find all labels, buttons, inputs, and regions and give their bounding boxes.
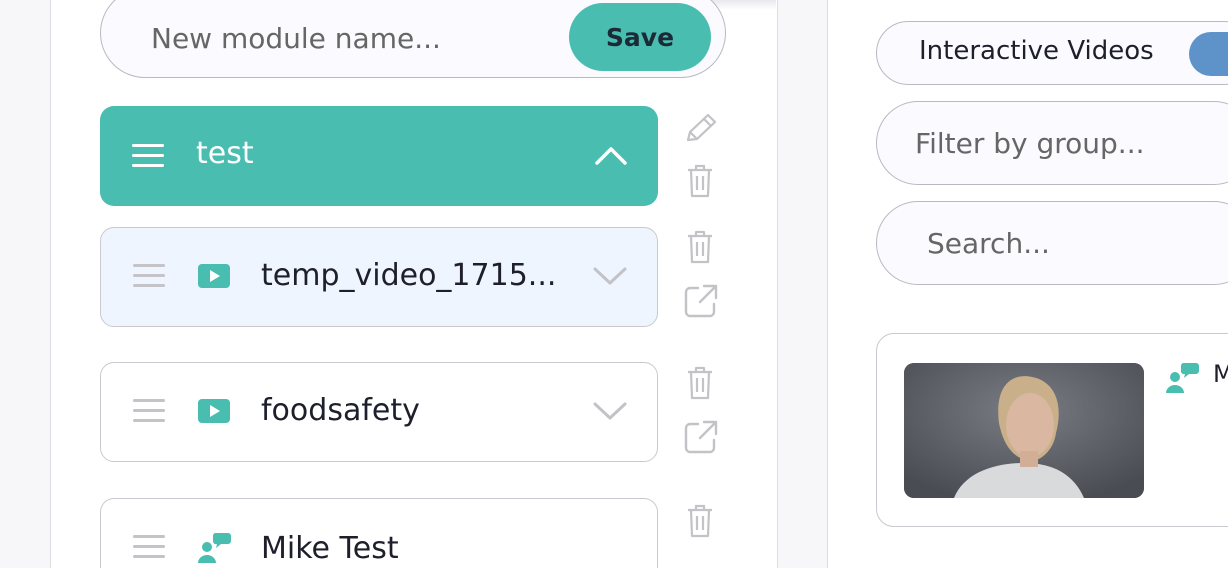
filter-by-group-input[interactable] xyxy=(913,120,1217,166)
item-title: temp_video_1715... xyxy=(261,258,557,293)
toggle-switch[interactable] xyxy=(1189,32,1228,76)
chat-avatar-icon xyxy=(1166,363,1199,393)
chevron-down-icon[interactable] xyxy=(593,266,627,286)
item-title: Mike Test xyxy=(261,531,399,566)
open-external-icon[interactable] xyxy=(684,284,718,318)
toggle-label: Interactive Videos xyxy=(919,36,1154,66)
avatar-thumbnail xyxy=(904,363,1144,498)
library-card[interactable]: M xyxy=(876,333,1228,527)
open-external-icon[interactable] xyxy=(684,420,718,454)
trash-icon[interactable] xyxy=(686,230,714,264)
search-box xyxy=(876,201,1228,285)
chat-avatar-icon xyxy=(198,533,231,563)
list-item[interactable]: Mike Test xyxy=(100,498,658,568)
list-item[interactable]: foodsafety xyxy=(100,362,658,462)
edit-pencil-icon[interactable] xyxy=(682,112,718,146)
new-module-form: Save xyxy=(100,0,726,78)
chevron-down-icon[interactable] xyxy=(593,401,627,421)
trash-icon[interactable] xyxy=(686,366,714,400)
drag-handle-icon[interactable] xyxy=(133,535,165,559)
card-title: M xyxy=(1213,360,1228,388)
search-input[interactable] xyxy=(925,220,1228,266)
group-filter xyxy=(876,101,1228,185)
item-title: foodsafety xyxy=(261,393,420,428)
video-play-icon xyxy=(198,399,230,423)
video-play-icon xyxy=(198,264,230,288)
trash-icon[interactable] xyxy=(686,164,714,198)
drag-handle-icon[interactable] xyxy=(133,399,165,423)
module-header[interactable]: test xyxy=(100,106,658,206)
new-module-name-input[interactable] xyxy=(149,15,533,61)
list-item[interactable]: temp_video_1715... xyxy=(100,227,658,327)
drag-handle-icon[interactable] xyxy=(133,264,165,288)
chevron-up-icon[interactable] xyxy=(595,144,627,166)
content-type-toggle[interactable]: Interactive Videos xyxy=(876,21,1228,85)
save-button[interactable]: Save xyxy=(569,3,711,71)
module-title: test xyxy=(196,136,254,171)
trash-icon[interactable] xyxy=(686,504,714,538)
menu-icon[interactable] xyxy=(132,144,164,168)
